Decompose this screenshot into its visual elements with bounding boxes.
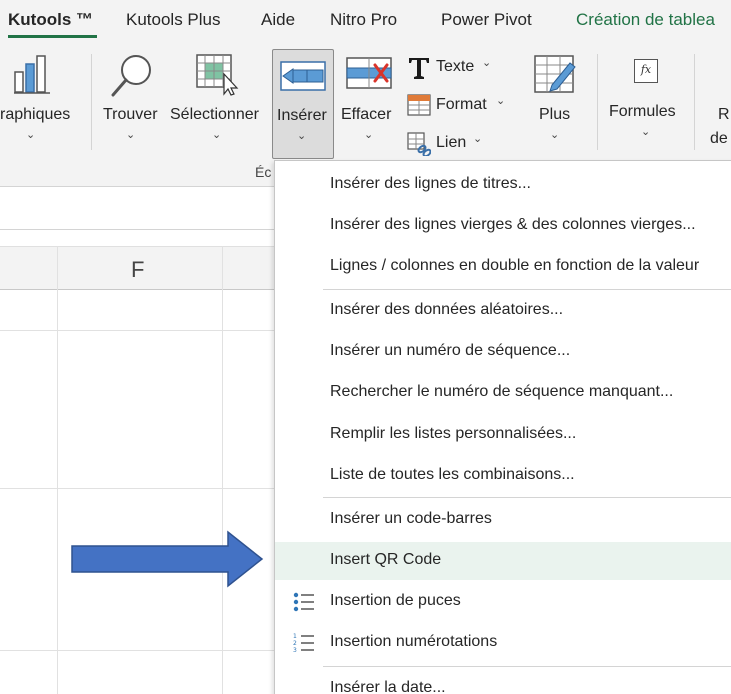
inserer-label: Insérer: [277, 107, 327, 124]
active-tab-indicator: [8, 35, 97, 38]
select-range-icon: [196, 54, 239, 96]
formules-button[interactable]: fx Formules ⌄: [605, 42, 687, 152]
graphiques-button[interactable]: raphiques ⌄: [0, 42, 88, 152]
chevron-down-icon: ⌄: [126, 129, 136, 141]
chevron-down-icon: ⌄: [26, 129, 36, 141]
selectionner-label: Sélectionner: [170, 106, 259, 123]
tab-aide[interactable]: Aide: [261, 10, 295, 30]
lien-label: Lien: [436, 134, 467, 151]
column-header-f[interactable]: F: [131, 257, 144, 283]
menu-item-lignes-colonnes-double[interactable]: Lignes / colonnes en double en fonction …: [275, 248, 731, 286]
menu-item-insertion-numerotations[interactable]: 1 2 3 Insertion numérotations: [275, 624, 731, 662]
delete-rows-icon: [346, 57, 392, 89]
bar-chart-icon: [14, 55, 50, 94]
grid-line: [0, 488, 275, 489]
svg-text:1: 1: [293, 633, 297, 640]
inserer-button[interactable]: Insérer ⌄: [272, 49, 334, 159]
grid-line: [222, 246, 223, 694]
text-t-icon: [409, 58, 429, 79]
edit-sheet-icon: [534, 55, 576, 93]
plus-button[interactable]: Plus ⌄: [528, 42, 584, 152]
insert-rows-icon: [280, 61, 326, 91]
texte-label: Texte: [436, 58, 475, 75]
svg-text:2: 2: [293, 640, 297, 647]
menu-item-code-barres[interactable]: Insérer un code-barres: [275, 501, 731, 539]
menu-item-sequence-manquant[interactable]: Rechercher le numéro de séquence manquan…: [275, 374, 731, 412]
grid-line: [0, 650, 275, 651]
bullet-list-icon: [293, 592, 314, 612]
ribbon-separator: [91, 54, 92, 150]
inserer-dropdown-menu: Insérer des lignes de titres... Insérer …: [274, 160, 731, 694]
trouver-label: Trouver: [103, 106, 158, 123]
partial-ribbon-label: de: [710, 130, 728, 147]
tab-kutools[interactable]: Kutools ™: [8, 10, 93, 30]
tab-power-pivot[interactable]: Power Pivot: [441, 10, 532, 30]
tab-nitro-pro[interactable]: Nitro Pro: [330, 10, 397, 30]
menu-separator: [323, 497, 731, 498]
blue-arrow-indicator: [71, 530, 264, 588]
selectionner-button[interactable]: Sélectionner ⌄: [168, 42, 268, 152]
fx-icon: fx: [634, 59, 658, 83]
graphiques-label: raphiques: [0, 106, 71, 123]
svg-text:3: 3: [293, 647, 297, 654]
ribbon-tab-strip: Kutools ™ Kutools Plus Aide Nitro Pro Po…: [0, 0, 731, 42]
format-button[interactable]: Format ⌄: [405, 92, 515, 120]
menu-item-insertion-puces[interactable]: Insertion de puces: [275, 583, 731, 621]
effacer-button[interactable]: Effacer ⌄: [338, 42, 400, 152]
partial-ribbon-label: R: [718, 106, 730, 123]
format-icon: [407, 94, 431, 116]
grid-line: [0, 330, 275, 331]
tab-kutools-plus[interactable]: Kutools Plus: [126, 10, 221, 30]
chevron-down-icon: ⌄: [550, 129, 560, 141]
chevron-down-icon: ⌄: [297, 130, 307, 142]
menu-item-donnees-aleatoires[interactable]: Insérer des données aléatoires...: [275, 292, 731, 330]
menu-item-numero-sequence[interactable]: Insérer un numéro de séquence...: [275, 333, 731, 371]
ribbon-separator: [694, 54, 695, 150]
effacer-label: Effacer: [341, 106, 392, 123]
menu-separator: [323, 289, 731, 290]
grid-line: [57, 246, 58, 694]
menu-item-insert-qr-code[interactable]: Insert QR Code: [275, 542, 731, 580]
menu-item-liste-combinaisons[interactable]: Liste de toutes les combinaisons...: [275, 457, 731, 495]
menu-separator: [323, 666, 731, 667]
chevron-down-icon: ⌄: [641, 126, 651, 138]
menu-item-inserer-lignes-titres[interactable]: Insérer des lignes de titres...: [275, 166, 731, 204]
chevron-down-icon: ⌄: [212, 129, 222, 141]
lien-button[interactable]: Lien ⌄: [405, 130, 505, 158]
plus-label: Plus: [539, 106, 571, 123]
chevron-down-icon: ⌄: [473, 133, 483, 145]
trouver-button[interactable]: Trouver ⌄: [100, 42, 164, 152]
texte-button[interactable]: Texte ⌄: [405, 54, 505, 82]
chevron-down-icon: ⌄: [364, 129, 374, 141]
magnifier-icon: [111, 55, 151, 97]
menu-item-listes-personnalisees[interactable]: Remplir les listes personnalisées...: [275, 416, 731, 454]
ribbon-group-label: Éc: [255, 164, 272, 180]
chevron-down-icon: ⌄: [496, 95, 506, 107]
link-icon: [407, 132, 431, 156]
chevron-down-icon: ⌄: [482, 57, 492, 69]
format-label: Format: [436, 96, 487, 113]
formules-label: Formules: [609, 103, 676, 120]
menu-item-inserer-date[interactable]: Insérer la date...: [275, 670, 731, 694]
ribbon-separator: [597, 54, 598, 150]
menu-item-inserer-lignes-vierges[interactable]: Insérer des lignes vierges & des colonne…: [275, 207, 731, 245]
tab-creation-de-tableau[interactable]: Création de tablea: [576, 10, 715, 30]
numbered-list-icon: 1 2 3: [293, 633, 314, 654]
